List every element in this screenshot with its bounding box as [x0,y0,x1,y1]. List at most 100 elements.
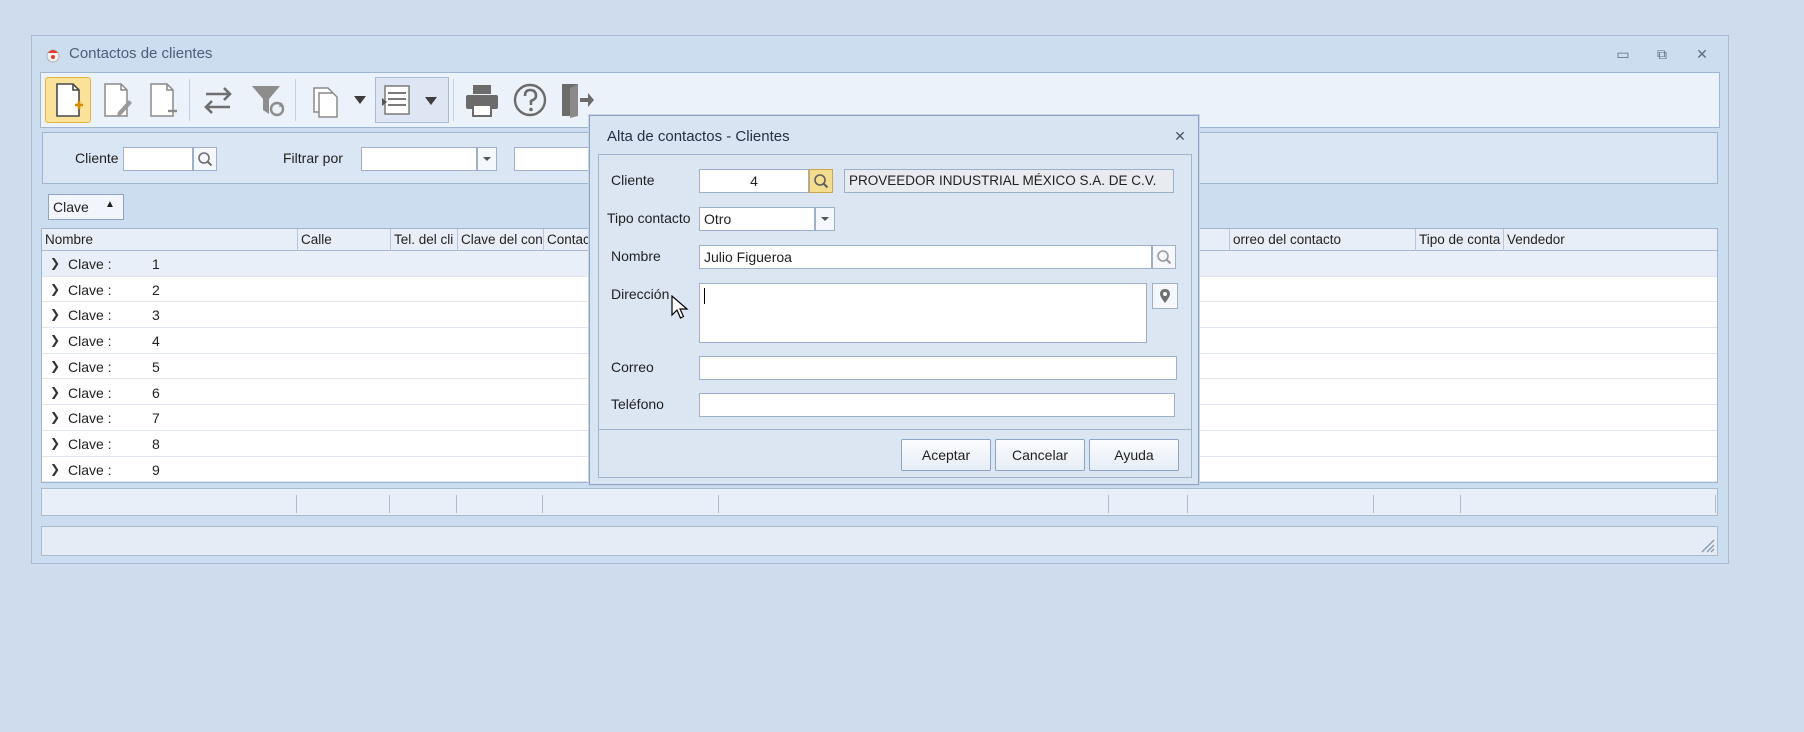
resize-grip-icon[interactable] [1699,537,1715,553]
dialog-body: Cliente 4 PROVEEDOR INDUSTRIAL MÉXICO S.… [598,154,1192,478]
cliente-name-readonly: PROVEEDOR INDUSTRIAL MÉXICO S.A. DE C.V. [844,169,1174,193]
footer-separator [389,495,390,513]
filtrar-dropdown-button[interactable] [477,147,497,171]
filtrar-value-input[interactable] [514,147,594,171]
search-icon [814,174,829,189]
tipo-contacto-label: Tipo contacto [607,210,691,226]
cliente-input[interactable]: 4 [699,169,809,193]
column-header-correo[interactable]: orreo del contacto [1229,229,1416,251]
expand-chevron-icon[interactable]: ❯ [50,436,60,450]
correo-label: Correo [611,359,654,375]
print-icon [466,85,498,117]
delete-button[interactable] [139,77,185,123]
expand-chevron-icon[interactable]: ❯ [50,385,60,399]
print-button[interactable] [459,77,505,123]
expand-chevron-icon[interactable]: ❯ [50,282,60,296]
minimize-icon[interactable]: ▭ [1613,45,1633,63]
column-header-tel[interactable]: Tel. del cli [391,229,458,251]
exit-icon [562,84,594,118]
column-header-clave-contacto[interactable]: Clave del con [458,229,544,251]
map-location-button[interactable] [1152,283,1178,309]
cliente-search-button[interactable] [193,147,217,171]
telefono-input[interactable] [699,393,1175,417]
maximize-icon[interactable]: ⧉ [1652,45,1672,63]
nombre-input[interactable]: Julio Figueroa [699,245,1152,269]
app-logo-icon [46,49,60,63]
expand-chevron-icon[interactable]: ❯ [50,359,60,373]
footer-separator [1715,495,1716,513]
nombre-label: Nombre [611,248,661,264]
copy-button[interactable] [303,77,349,123]
filtrar-por-select[interactable] [361,147,477,171]
cliente-lookup-button[interactable] [809,169,833,193]
mouse-cursor-icon [671,295,689,319]
filtrar-por-label: Filtrar por [283,150,343,166]
expand-chevron-icon[interactable]: ❯ [50,410,60,424]
footer-separator [1187,495,1188,513]
new-document-icon [56,83,83,117]
title-bar: Contactos de clientes ▭ ⧉ ✕ [32,36,1728,72]
column-header-tipo[interactable]: Tipo de conta [1416,229,1504,251]
ayuda-button[interactable]: Ayuda [1089,439,1179,471]
footer-separator [1108,495,1109,513]
new-button[interactable] [45,77,91,123]
caret-down-icon [354,96,366,104]
cliente-filter-input[interactable] [123,147,193,171]
caret-down-icon [425,97,437,105]
toolbar-separator [453,79,454,121]
direccion-textarea[interactable] [699,283,1147,343]
footer-separator [1373,495,1374,513]
search-icon [1157,250,1172,265]
dialog-divider [599,429,1191,430]
tipo-contacto-select[interactable]: Otro [699,207,815,231]
edit-button[interactable] [93,77,139,123]
cancelar-button[interactable]: Cancelar [995,439,1085,471]
edit-document-icon [104,83,132,117]
expand-chevron-icon[interactable]: ❯ [50,462,60,476]
footer-separator [456,495,457,513]
dialog-title: Alta de contactos - Clientes [607,128,790,145]
sort-asc-icon: ▲ [105,199,115,210]
window-title: Contactos de clientes [69,45,213,62]
close-icon[interactable]: ✕ [1692,45,1712,63]
filter-refresh-icon [252,86,285,117]
filter-button[interactable] [245,77,291,123]
delete-document-icon [150,83,177,117]
layout-button[interactable] [375,77,449,123]
column-header-calle[interactable]: Calle [298,229,391,251]
telefono-label: Teléfono [611,396,664,412]
text-caret [704,288,705,305]
expand-chevron-icon[interactable]: ❯ [50,333,60,347]
footer-separator [718,495,719,513]
swap-button[interactable] [195,77,241,123]
caret-down-icon [483,157,491,161]
copy-dropdown-button[interactable] [348,77,372,123]
cliente-filter-label: Cliente [75,150,119,166]
copy-icon [313,87,338,118]
group-by-chip[interactable]: Clave ▲ [48,194,124,220]
status-bar [41,526,1718,556]
help-button[interactable] [507,77,553,123]
column-header-nombre[interactable]: Nombre [42,229,298,251]
expand-chevron-icon[interactable]: ❯ [50,256,60,270]
map-pin-icon [1160,289,1170,303]
toolbar-separator [295,79,296,121]
help-icon [513,83,547,117]
tipo-contacto-dropdown-button[interactable] [815,207,835,231]
group-by-label: Clave [53,199,89,215]
layout-icon [382,85,410,115]
aceptar-button[interactable]: Aceptar [901,439,991,471]
correo-input[interactable] [699,356,1177,380]
column-header-vendedor[interactable]: Vendedor [1504,229,1719,251]
footer-separator [296,495,297,513]
caret-down-icon [821,217,829,221]
grid-summary-footer [41,488,1718,516]
nombre-lookup-button[interactable] [1152,245,1176,269]
dialog-close-icon[interactable]: ✕ [1172,128,1188,144]
footer-separator [1460,495,1461,513]
swap-arrows-icon [204,87,232,114]
search-icon [198,152,213,167]
direccion-label: Dirección [611,286,670,302]
cliente-label: Cliente [611,172,655,188]
expand-chevron-icon[interactable]: ❯ [50,307,60,321]
